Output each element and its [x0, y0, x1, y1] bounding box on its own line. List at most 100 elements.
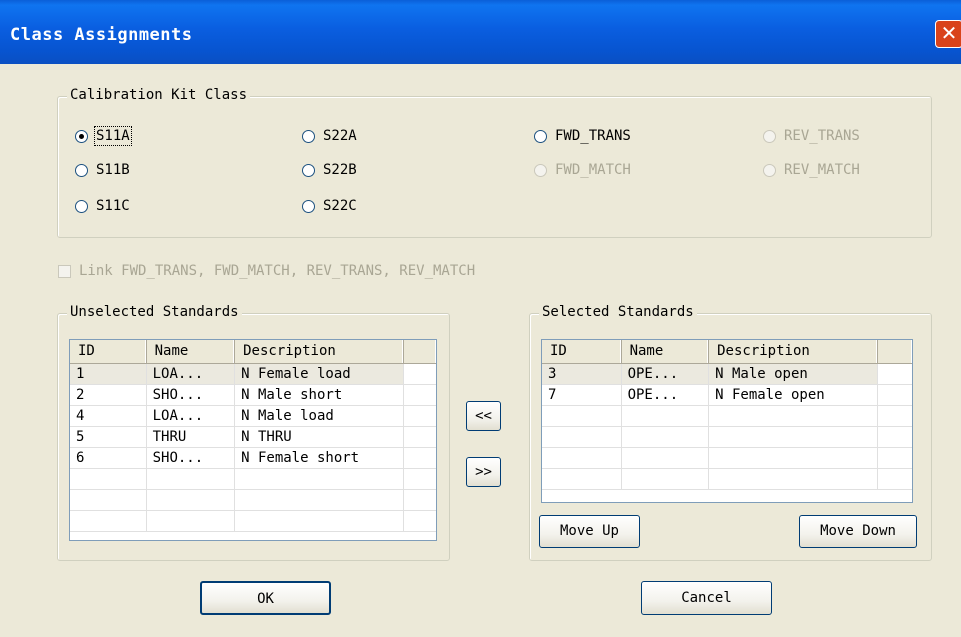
cell-description: N Male short — [235, 385, 405, 405]
radio-label: S11A — [94, 126, 132, 146]
table-row[interactable]: 1 LOA... N Female load — [70, 364, 436, 385]
cell-description: N Male open — [709, 364, 879, 384]
window-title: Class Assignments — [10, 25, 193, 45]
radio-label: S11B — [96, 162, 130, 178]
cell-empty — [878, 385, 912, 405]
radio-label: S11C — [96, 198, 130, 214]
radio-s11a[interactable]: S11A — [75, 126, 132, 146]
radio-label: S22A — [323, 128, 357, 144]
cell-name: OPE... — [621, 364, 710, 384]
table-row[interactable]: 4 LOA... N Male load — [70, 406, 436, 427]
cell-id: 5 — [70, 427, 147, 447]
cell-id: 3 — [542, 364, 622, 384]
radio-label: FWD_MATCH — [555, 162, 631, 178]
cell-empty — [404, 385, 436, 405]
unselected-standards-legend: Unselected Standards — [67, 304, 242, 320]
cell-id: 2 — [70, 385, 147, 405]
radio-circle — [302, 129, 315, 143]
column-header-id[interactable]: ID — [542, 340, 622, 363]
close-button[interactable]: ✕ — [935, 20, 961, 48]
radio-label: S22B — [323, 162, 357, 178]
radio-circle — [75, 129, 88, 143]
radio-circle — [75, 199, 88, 213]
cell-empty — [404, 406, 436, 426]
column-header-name[interactable]: Name — [147, 340, 236, 363]
radio-rev-trans: REV_TRANS — [763, 128, 860, 144]
selected-standards-list[interactable]: ID Name Description 3 OPE... N Male open… — [541, 339, 913, 503]
selected-standards-legend: Selected Standards — [539, 304, 697, 320]
ok-button[interactable]: OK — [200, 581, 331, 615]
radio-label: REV_MATCH — [784, 162, 860, 178]
radio-circle — [763, 163, 776, 177]
list-header: ID Name Description — [70, 340, 436, 364]
table-row[interactable]: 3 OPE... N Male open — [542, 364, 912, 385]
cell-name: SHO... — [147, 385, 236, 405]
radio-fwd-trans[interactable]: FWD_TRANS — [534, 128, 631, 144]
column-header-description[interactable]: Description — [235, 340, 405, 363]
table-row[interactable]: 6 SHO... N Female short — [70, 448, 436, 469]
cell-description: N Female short — [235, 448, 405, 468]
column-header-description[interactable]: Description — [709, 340, 879, 363]
list-header: ID Name Description — [542, 340, 912, 364]
cell-id: 1 — [70, 364, 147, 384]
cell-empty — [404, 448, 436, 468]
link-checkbox-label: Link FWD_TRANS, FWD_MATCH, REV_TRANS, RE… — [79, 263, 476, 279]
cell-description: N THRU — [235, 427, 405, 447]
calibration-kit-class-legend: Calibration Kit Class — [67, 87, 251, 103]
table-row-empty — [542, 406, 912, 427]
radio-s22b[interactable]: S22B — [302, 162, 357, 178]
table-row-empty — [70, 469, 436, 490]
radio-circle — [75, 163, 88, 177]
table-row-empty — [542, 448, 912, 469]
radio-circle — [534, 163, 547, 177]
cell-name: THRU — [147, 427, 236, 447]
radio-s22a[interactable]: S22A — [302, 128, 357, 144]
move-to-selected-button[interactable]: >> — [466, 457, 501, 487]
table-row[interactable]: 2 SHO... N Male short — [70, 385, 436, 406]
move-up-button[interactable]: Move Up — [539, 515, 640, 548]
column-header-id[interactable]: ID — [70, 340, 147, 363]
cell-name: SHO... — [147, 448, 236, 468]
cell-description: N Female open — [709, 385, 879, 405]
radio-label: REV_TRANS — [784, 128, 860, 144]
radio-s11c[interactable]: S11C — [75, 198, 130, 214]
checkbox-box — [58, 264, 71, 278]
cell-id: 4 — [70, 406, 147, 426]
table-row-empty — [542, 469, 912, 490]
table-row-empty — [542, 427, 912, 448]
cell-description: N Female load — [235, 364, 405, 384]
cell-name: OPE... — [622, 385, 710, 405]
column-header-name[interactable]: Name — [622, 340, 710, 363]
link-checkbox: Link FWD_TRANS, FWD_MATCH, REV_TRANS, RE… — [58, 263, 475, 279]
unselected-standards-list[interactable]: ID Name Description 1 LOA... N Female lo… — [69, 339, 437, 541]
radio-circle — [302, 163, 315, 177]
cell-description: N Male load — [235, 406, 405, 426]
radio-circle — [763, 129, 776, 143]
table-row[interactable]: 5 THRU N THRU — [70, 427, 436, 448]
cell-id: 7 — [542, 385, 622, 405]
radio-label: FWD_TRANS — [555, 128, 631, 144]
cancel-button[interactable]: Cancel — [641, 581, 772, 615]
move-down-button[interactable]: Move Down — [799, 515, 917, 548]
column-header-empty — [404, 340, 436, 363]
table-row-empty — [70, 511, 436, 532]
close-icon: ✕ — [940, 21, 958, 45]
radio-circle — [534, 129, 547, 143]
move-to-unselected-button[interactable]: << — [466, 401, 501, 431]
cell-empty — [878, 364, 912, 384]
column-header-empty — [878, 340, 912, 363]
cell-empty — [404, 427, 436, 447]
radio-circle — [302, 199, 315, 213]
table-row-empty — [70, 490, 436, 511]
cell-id: 6 — [70, 448, 147, 468]
cell-name: LOA... — [146, 364, 236, 384]
radio-s22c[interactable]: S22C — [302, 198, 357, 214]
radio-label: S22C — [323, 198, 357, 214]
radio-fwd-match: FWD_MATCH — [534, 162, 631, 178]
radio-rev-match: REV_MATCH — [763, 162, 860, 178]
title-bar[interactable]: Class Assignments ✕ — [0, 0, 961, 64]
cell-name: LOA... — [147, 406, 236, 426]
cell-empty — [404, 364, 436, 384]
table-row[interactable]: 7 OPE... N Female open — [542, 385, 912, 406]
radio-s11b[interactable]: S11B — [75, 162, 130, 178]
